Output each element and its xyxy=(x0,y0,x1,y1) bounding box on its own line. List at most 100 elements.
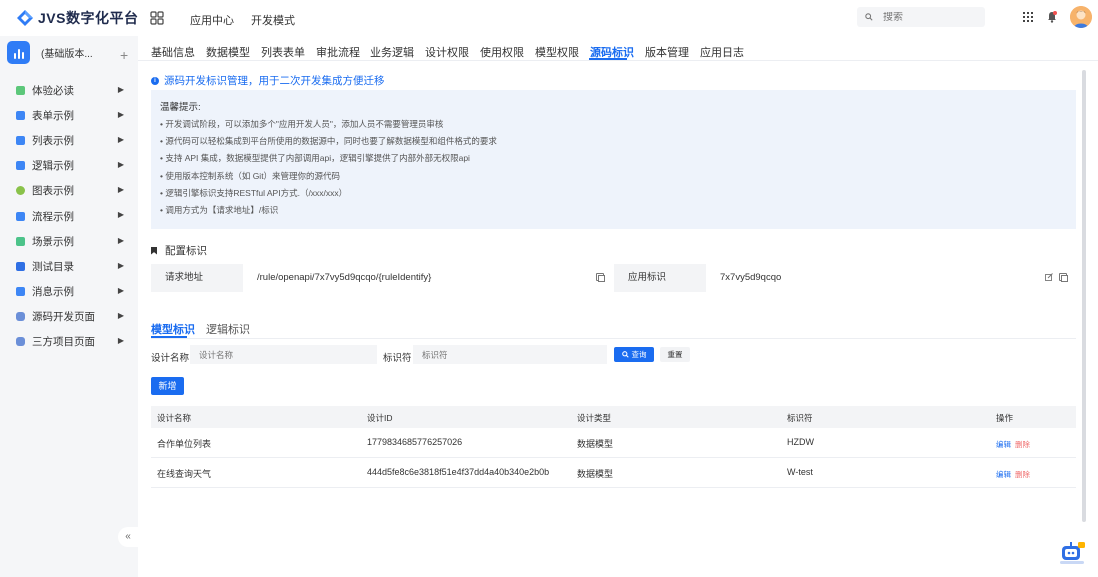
folder-icon xyxy=(16,286,25,296)
edit-link[interactable]: 编辑 xyxy=(996,469,1011,480)
apps-icon[interactable] xyxy=(1023,12,1033,22)
tab-business-logic[interactable]: 业务逻辑 xyxy=(370,44,414,60)
bookmark-icon xyxy=(151,246,157,255)
chevron-right-icon: ▶ xyxy=(117,310,124,320)
edit-icon[interactable] xyxy=(1045,273,1053,281)
tab-design-permission[interactable]: 设计权限 xyxy=(425,44,469,60)
design-name-label: 设计名称 xyxy=(151,353,190,364)
sidebar-item[interactable]: 测试目录 ▶ xyxy=(0,254,138,279)
copy-icon[interactable] xyxy=(1059,273,1068,282)
sidebar-item[interactable]: 三方项目页面 ▶ xyxy=(0,329,138,354)
directory-icon xyxy=(16,261,25,271)
collapse-icon[interactable]: « xyxy=(118,527,138,547)
edit-link[interactable]: 编辑 xyxy=(996,439,1011,450)
sidebar-item-label: 源码开发页面 xyxy=(32,310,95,323)
tip-box: 温馨提示: • 开发调试阶段，可以添加多个"应用开发人员"，添加人员不需要管理员… xyxy=(151,90,1076,229)
tab-logic-identifier[interactable]: 逻辑标识 xyxy=(206,321,250,337)
bell-icon[interactable] xyxy=(1047,11,1057,23)
tab-list-form[interactable]: 列表表单 xyxy=(261,44,305,60)
design-type-cell: 数据模型 xyxy=(577,439,614,449)
identifier-input[interactable] xyxy=(413,345,607,364)
notice-title: i 源码开发标识管理，用于二次开发集成方便迁移 xyxy=(151,73,385,88)
tip-line: • 调用方式为【请求地址】/标识 xyxy=(160,204,279,215)
request-url-value: /rule/openapi/7x7vy5d9qcqo/{ruleIdentify… xyxy=(257,272,432,283)
tip-heading: 温馨提示: xyxy=(160,102,201,113)
sidebar-item[interactable]: 表单示例 ▶ xyxy=(0,103,138,128)
delete-link[interactable]: 删除 xyxy=(1015,469,1030,480)
menu-grid-icon[interactable] xyxy=(150,11,164,25)
avatar[interactable] xyxy=(1070,6,1092,28)
sidebar-item[interactable]: 图表示例 ▶ xyxy=(0,178,138,203)
notice-text: 源码开发标识管理，用于二次开发集成方便迁移 xyxy=(164,75,385,87)
scene-icon xyxy=(16,236,25,246)
design-name-input[interactable] xyxy=(190,345,377,364)
chevron-right-icon: ▶ xyxy=(117,210,124,220)
sidebar-item-label: 列表示例 xyxy=(32,135,74,148)
tab-model-identifier[interactable]: 模型标识 xyxy=(151,321,195,337)
nav-dev-mode[interactable]: 开发模式 xyxy=(251,12,295,28)
sidebar-item[interactable]: 源码开发页面 ▶ xyxy=(0,304,138,329)
identifier-label: 标识符 xyxy=(383,353,412,364)
design-id-cell: 444d5fe8c6e3818f51e4f37dd4a40b340e2b0b xyxy=(367,467,550,477)
brand-logo[interactable]: JVS数字化平台 xyxy=(16,8,138,28)
reset-button[interactable]: 重置 xyxy=(660,347,690,362)
identifier-table: 设计名称 设计ID 设计类型 标识符 操作 合作单位列表 17798346857… xyxy=(151,406,1076,488)
chevron-right-icon: ▶ xyxy=(117,110,124,120)
nav-app-center[interactable]: 应用中心 xyxy=(190,12,234,28)
table-header: 设计名称 设计ID 设计类型 标识符 操作 xyxy=(151,406,1076,428)
sidebar-item[interactable]: 逻辑示例 ▶ xyxy=(0,153,138,178)
sidebar-item[interactable]: 体验必读 ▶ xyxy=(0,78,138,103)
design-type-cell: 数据模型 xyxy=(577,469,614,479)
sidebar-item[interactable]: 流程示例 ▶ xyxy=(0,203,138,228)
tab-version[interactable]: 版本管理 xyxy=(645,44,689,60)
add-icon[interactable]: + xyxy=(120,47,128,63)
chevron-right-icon: ▶ xyxy=(117,285,124,295)
query-label: 查询 xyxy=(631,350,647,359)
assistant-icon[interactable] xyxy=(1058,538,1086,566)
chevron-right-icon: ▶ xyxy=(117,85,124,94)
config-title: 配置标识 xyxy=(165,245,207,257)
sidebar-item[interactable]: 场景示例 ▶ xyxy=(0,229,138,254)
tip-line: • 源代码可以轻松集成到平台所使用的数据源中，同时也要了解数据模型和组件格式的要… xyxy=(160,136,497,147)
user-avatar-icon xyxy=(1070,6,1092,28)
scrollbar[interactable] xyxy=(1082,70,1086,522)
config-section-title: 配置标识 xyxy=(151,243,207,258)
info-icon: i xyxy=(151,76,159,85)
delete-link[interactable]: 删除 xyxy=(1015,439,1030,450)
sidebar-item-label: 消息示例 xyxy=(32,285,74,298)
tab-app-log[interactable]: 应用日志 xyxy=(700,44,744,60)
add-button[interactable]: 新增 xyxy=(151,377,184,395)
design-name-cell: 在线查询天气 xyxy=(157,469,212,479)
sidebar-item[interactable]: 消息示例 ▶ xyxy=(0,279,138,304)
sidebar-item[interactable]: 列表示例 ▶ xyxy=(0,128,138,153)
tab-approval[interactable]: 审批流程 xyxy=(316,44,360,60)
sidebar-item-label: 三方项目页面 xyxy=(32,335,95,348)
sidebar-item-label: 测试目录 xyxy=(32,260,74,273)
chevron-right-icon: ▶ xyxy=(117,260,124,270)
design-name-cell: 合作单位列表 xyxy=(157,439,212,449)
folder-icon xyxy=(16,161,25,171)
tab-model-permission[interactable]: 模型权限 xyxy=(535,44,579,60)
grid-icon xyxy=(16,311,25,321)
folder-icon xyxy=(16,211,25,221)
app-chart-icon xyxy=(7,41,30,64)
search-box[interactable] xyxy=(857,7,985,27)
tab-basic-info[interactable]: 基础信息 xyxy=(151,44,195,60)
search-icon xyxy=(621,351,629,358)
table-row: 在线查询天气 444d5fe8c6e3818f51e4f37dd4a40b340… xyxy=(151,458,1076,488)
identifier-cell: HZDW xyxy=(787,437,814,447)
tip-line: • 开发调试阶段，可以添加多个"应用开发人员"，添加人员不需要管理员审核 xyxy=(160,119,444,129)
folder-icon xyxy=(16,111,25,121)
search-input[interactable] xyxy=(883,11,973,23)
app-header[interactable]: (基础版本... + xyxy=(7,41,132,71)
top-bar: JVS数字化平台 应用中心 开发模式 xyxy=(0,0,1098,36)
tab-use-permission[interactable]: 使用权限 xyxy=(480,44,524,60)
copy-icon[interactable] xyxy=(596,273,605,282)
request-url-label: 请求地址 xyxy=(151,264,243,292)
query-button[interactable]: 查询 xyxy=(614,347,654,362)
chevron-right-icon: ▶ xyxy=(117,335,124,345)
tip-line: • 逻辑引擎标识支持RESTful API方式.（/xxx/xxx） xyxy=(160,187,348,198)
sidebar: (基础版本... + 体验必读 ▶ 表单示例 ▶ 列表示例 ▶ 逻辑示例 ▶ 图表示例 ▶… xyxy=(0,36,138,577)
tab-data-model[interactable]: 数据模型 xyxy=(206,44,250,60)
app-identifier-value: 7x7vy5d9qcqo xyxy=(720,272,782,283)
